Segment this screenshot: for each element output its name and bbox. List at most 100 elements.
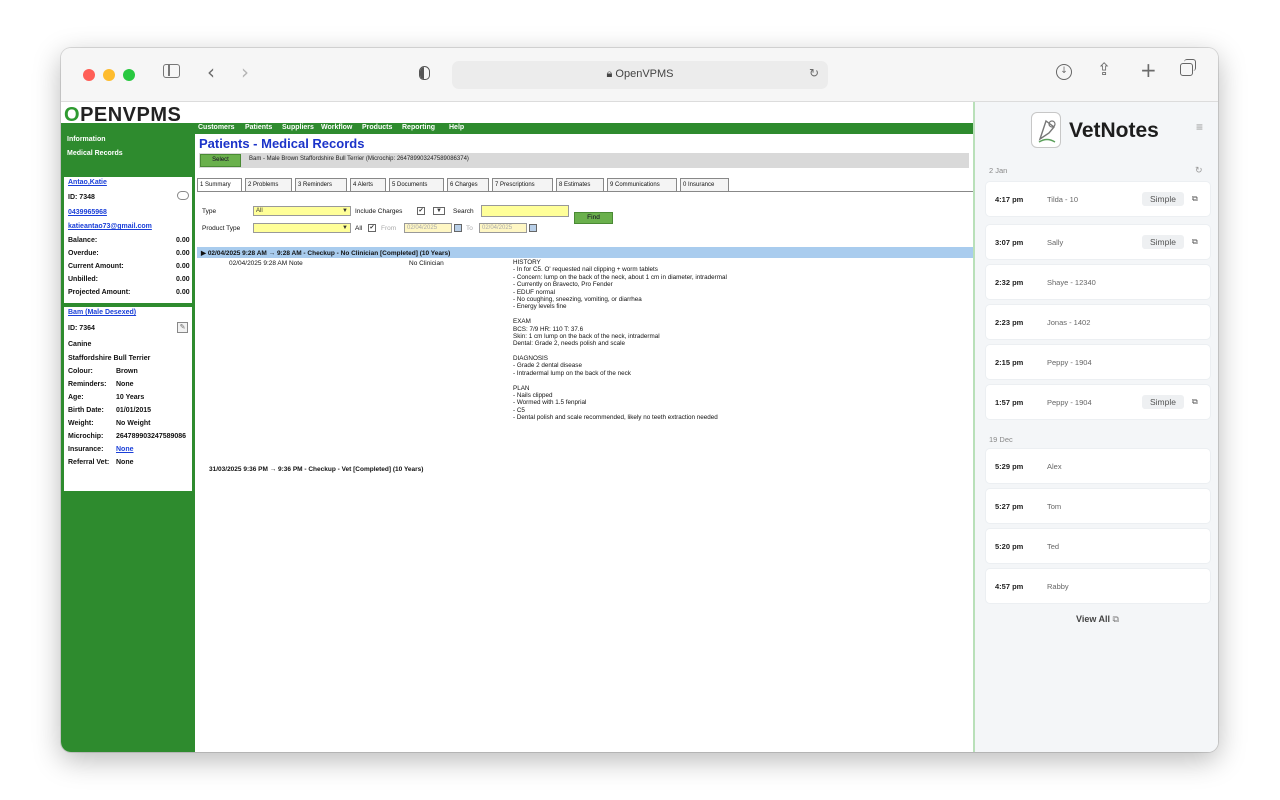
sidebar-item-information[interactable]: Information [67, 136, 106, 143]
sidebar-toggle-icon[interactable] [163, 64, 180, 78]
reload-icon[interactable]: ↻ [809, 66, 819, 80]
tab-insurance[interactable]: 0 Insurance [680, 178, 729, 192]
all-dates-checkbox[interactable]: ✔ [368, 224, 376, 232]
menu-customers[interactable]: Customers [198, 124, 235, 131]
note-line: HISTORY [513, 259, 541, 266]
tab-charges[interactable]: 6 Charges [447, 178, 489, 192]
tab-reminders[interactable]: 3 Reminders [295, 178, 347, 192]
note-spacer [513, 377, 933, 384]
select-button[interactable]: Select [200, 154, 241, 167]
note-line: - Dental polish and scale recommended, l… [513, 414, 718, 422]
to-date-input[interactable]: 02/04/2025 [479, 223, 527, 233]
weight-value: No Weight [116, 420, 151, 427]
all-label: All [355, 225, 363, 232]
visit-entry-2-header[interactable]: 31/03/2025 9:36 PM → 9:36 PM - Checkup -… [209, 466, 423, 473]
to-date-picker-icon[interactable] [529, 224, 537, 232]
maximize-window-button[interactable] [123, 69, 135, 81]
menu-products[interactable]: Products [362, 124, 392, 131]
menu-patients[interactable]: Patients [245, 124, 272, 131]
from-date-picker-icon[interactable] [454, 224, 462, 232]
patient-name-link[interactable]: Bam (Male Desexed) [68, 309, 136, 316]
menu-help[interactable]: Help [449, 124, 464, 131]
hamburger-menu-icon[interactable]: ≡ [1196, 120, 1203, 134]
patient-summary: Bam (Male Desexed) ID: 7364 ✎ Canine Sta… [63, 306, 193, 492]
note-patient-name: Jonas - 1402 [1047, 318, 1091, 327]
download-icon[interactable]: ↓ [1056, 64, 1072, 80]
copy-icon[interactable]: ⧉ [1192, 397, 1198, 407]
tab-estimates[interactable]: 8 Estimates [556, 178, 604, 192]
tab-problems[interactable]: 2 Problems [245, 178, 292, 192]
clinical-note-text: HISTORY - In for C5. O' requested nail cl… [513, 259, 933, 422]
note-line: DIAGNOSIS [513, 355, 548, 363]
edit-icon[interactable]: ✎ [177, 322, 188, 333]
note-template-badge[interactable]: Simple [1142, 395, 1184, 409]
top-menu-bar: Customers Patients Suppliers Workflow Pr… [195, 123, 973, 134]
tab-summary[interactable]: 1 Summary [197, 178, 242, 192]
visit-entry-header[interactable]: ▶ 02/04/2025 9:28 AM → 9:28 AM - Checkup… [197, 247, 973, 258]
product-type-select[interactable]: ▼ [253, 223, 351, 233]
type-select[interactable]: All ▼ [253, 206, 351, 216]
note-card[interactable]: 5:20 pm Ted [986, 529, 1210, 563]
note-card[interactable]: 2:32 pm Shaye - 12340 [986, 265, 1210, 299]
note-card[interactable]: 5:29 pm Alex [986, 449, 1210, 483]
patient-breed-text: Staffordshire Bull Terrier [68, 355, 151, 362]
customer-summary: Antao,Katie ID: 7348 0439965968 katieant… [63, 176, 193, 304]
customer-phone-link[interactable]: 0439965968 [68, 209, 107, 216]
include-charges-dropdown[interactable]: ▼ [433, 207, 445, 215]
note-time: 5:29 pm [995, 462, 1024, 471]
minimize-window-button[interactable] [103, 69, 115, 81]
note-time: 2:23 pm [995, 318, 1024, 327]
from-date-input[interactable]: 02/04/2025 [404, 223, 452, 233]
address-bar[interactable]: 🔒︎ OpenVPMS ↻ [452, 61, 828, 89]
balance-label-text: Balance: [68, 237, 98, 244]
customer-email-link[interactable]: katieantao73@gmail.com [68, 223, 152, 230]
tab-overview-icon[interactable] [1180, 59, 1196, 76]
note-card[interactable]: 2:15 pm Peppy - 1904 [986, 345, 1210, 379]
find-button[interactable]: Find [574, 212, 613, 224]
menu-reporting[interactable]: Reporting [402, 124, 435, 131]
note-patient-name: Rabby [1047, 582, 1069, 591]
vetnotes-panel: VetNotes ≡ 2 Jan ↻ 4:17 pm Tilda - 10 Simp… [973, 102, 1218, 752]
sidebar-item-medical-records[interactable]: Medical Records [67, 150, 123, 157]
view-all-link[interactable]: View All ⧉ [975, 614, 1218, 625]
customer-name-link[interactable]: Antao,Katie [68, 179, 107, 186]
visit-entry-header-text: ▶ 02/04/2025 9:28 AM → 9:28 AM - Checkup… [201, 249, 450, 257]
menu-workflow[interactable]: Workflow [321, 124, 352, 131]
note-card[interactable]: 1:57 pm Peppy - 1904 Simple ⧉ [986, 385, 1210, 419]
note-line: - Grade 2 dental disease [513, 362, 582, 370]
copy-icon[interactable]: ⧉ [1192, 194, 1198, 204]
copy-icon[interactable]: ⧉ [1192, 237, 1198, 247]
back-arrow-icon[interactable]: ‹ [207, 60, 215, 84]
tab-prescriptions[interactable]: 7 Prescriptions [492, 178, 553, 192]
note-card[interactable]: 4:17 pm Tilda - 10 Simple ⧉ [986, 182, 1210, 216]
vetnotes-logo-icon [1031, 112, 1061, 148]
tab-communications[interactable]: 9 Communications [607, 178, 677, 192]
to-date-value: 02/04/2025 [482, 225, 513, 231]
note-line: - Energy levels fine [513, 303, 567, 311]
patient-species: Canine [68, 341, 91, 348]
birth-date-value: 01/01/2015 [116, 407, 152, 414]
note-template-badge[interactable]: Simple [1142, 235, 1184, 249]
forward-arrow-icon[interactable]: › [241, 60, 249, 84]
note-card[interactable]: 5:27 pm Tom [986, 489, 1210, 523]
note-card[interactable]: 4:57 pm Rabby [986, 569, 1210, 603]
tab-alerts[interactable]: 4 Alerts [350, 178, 386, 192]
reminders-label-text: Reminders: [68, 381, 107, 388]
share-icon[interactable]: ⇪ [1097, 60, 1111, 80]
note-card[interactable]: 2:23 pm Jonas - 1402 [986, 305, 1210, 339]
tab-documents[interactable]: 5 Documents [389, 178, 444, 192]
insurance-link[interactable]: None [116, 446, 134, 453]
new-tab-icon[interactable]: + [1140, 58, 1157, 82]
refresh-icon[interactable]: ↻ [1195, 165, 1203, 176]
note-template-badge[interactable]: Simple [1142, 192, 1184, 206]
note-line: Dental: Grade 2, needs polish and scale [513, 340, 626, 348]
menu-suppliers[interactable]: Suppliers [282, 124, 314, 131]
close-window-button[interactable] [83, 69, 95, 81]
note-patient-name: Peppy - 1904 [1047, 358, 1092, 367]
note-card[interactable]: 3:07 pm Sally Simple ⧉ [986, 225, 1210, 259]
speech-bubble-icon[interactable] [177, 191, 189, 200]
referral-vet-label-text: Referral Vet: [68, 459, 110, 466]
search-input[interactable] [481, 205, 569, 217]
privacy-shield-icon[interactable] [419, 66, 430, 80]
include-charges-checkbox[interactable]: ✔ [417, 207, 425, 215]
